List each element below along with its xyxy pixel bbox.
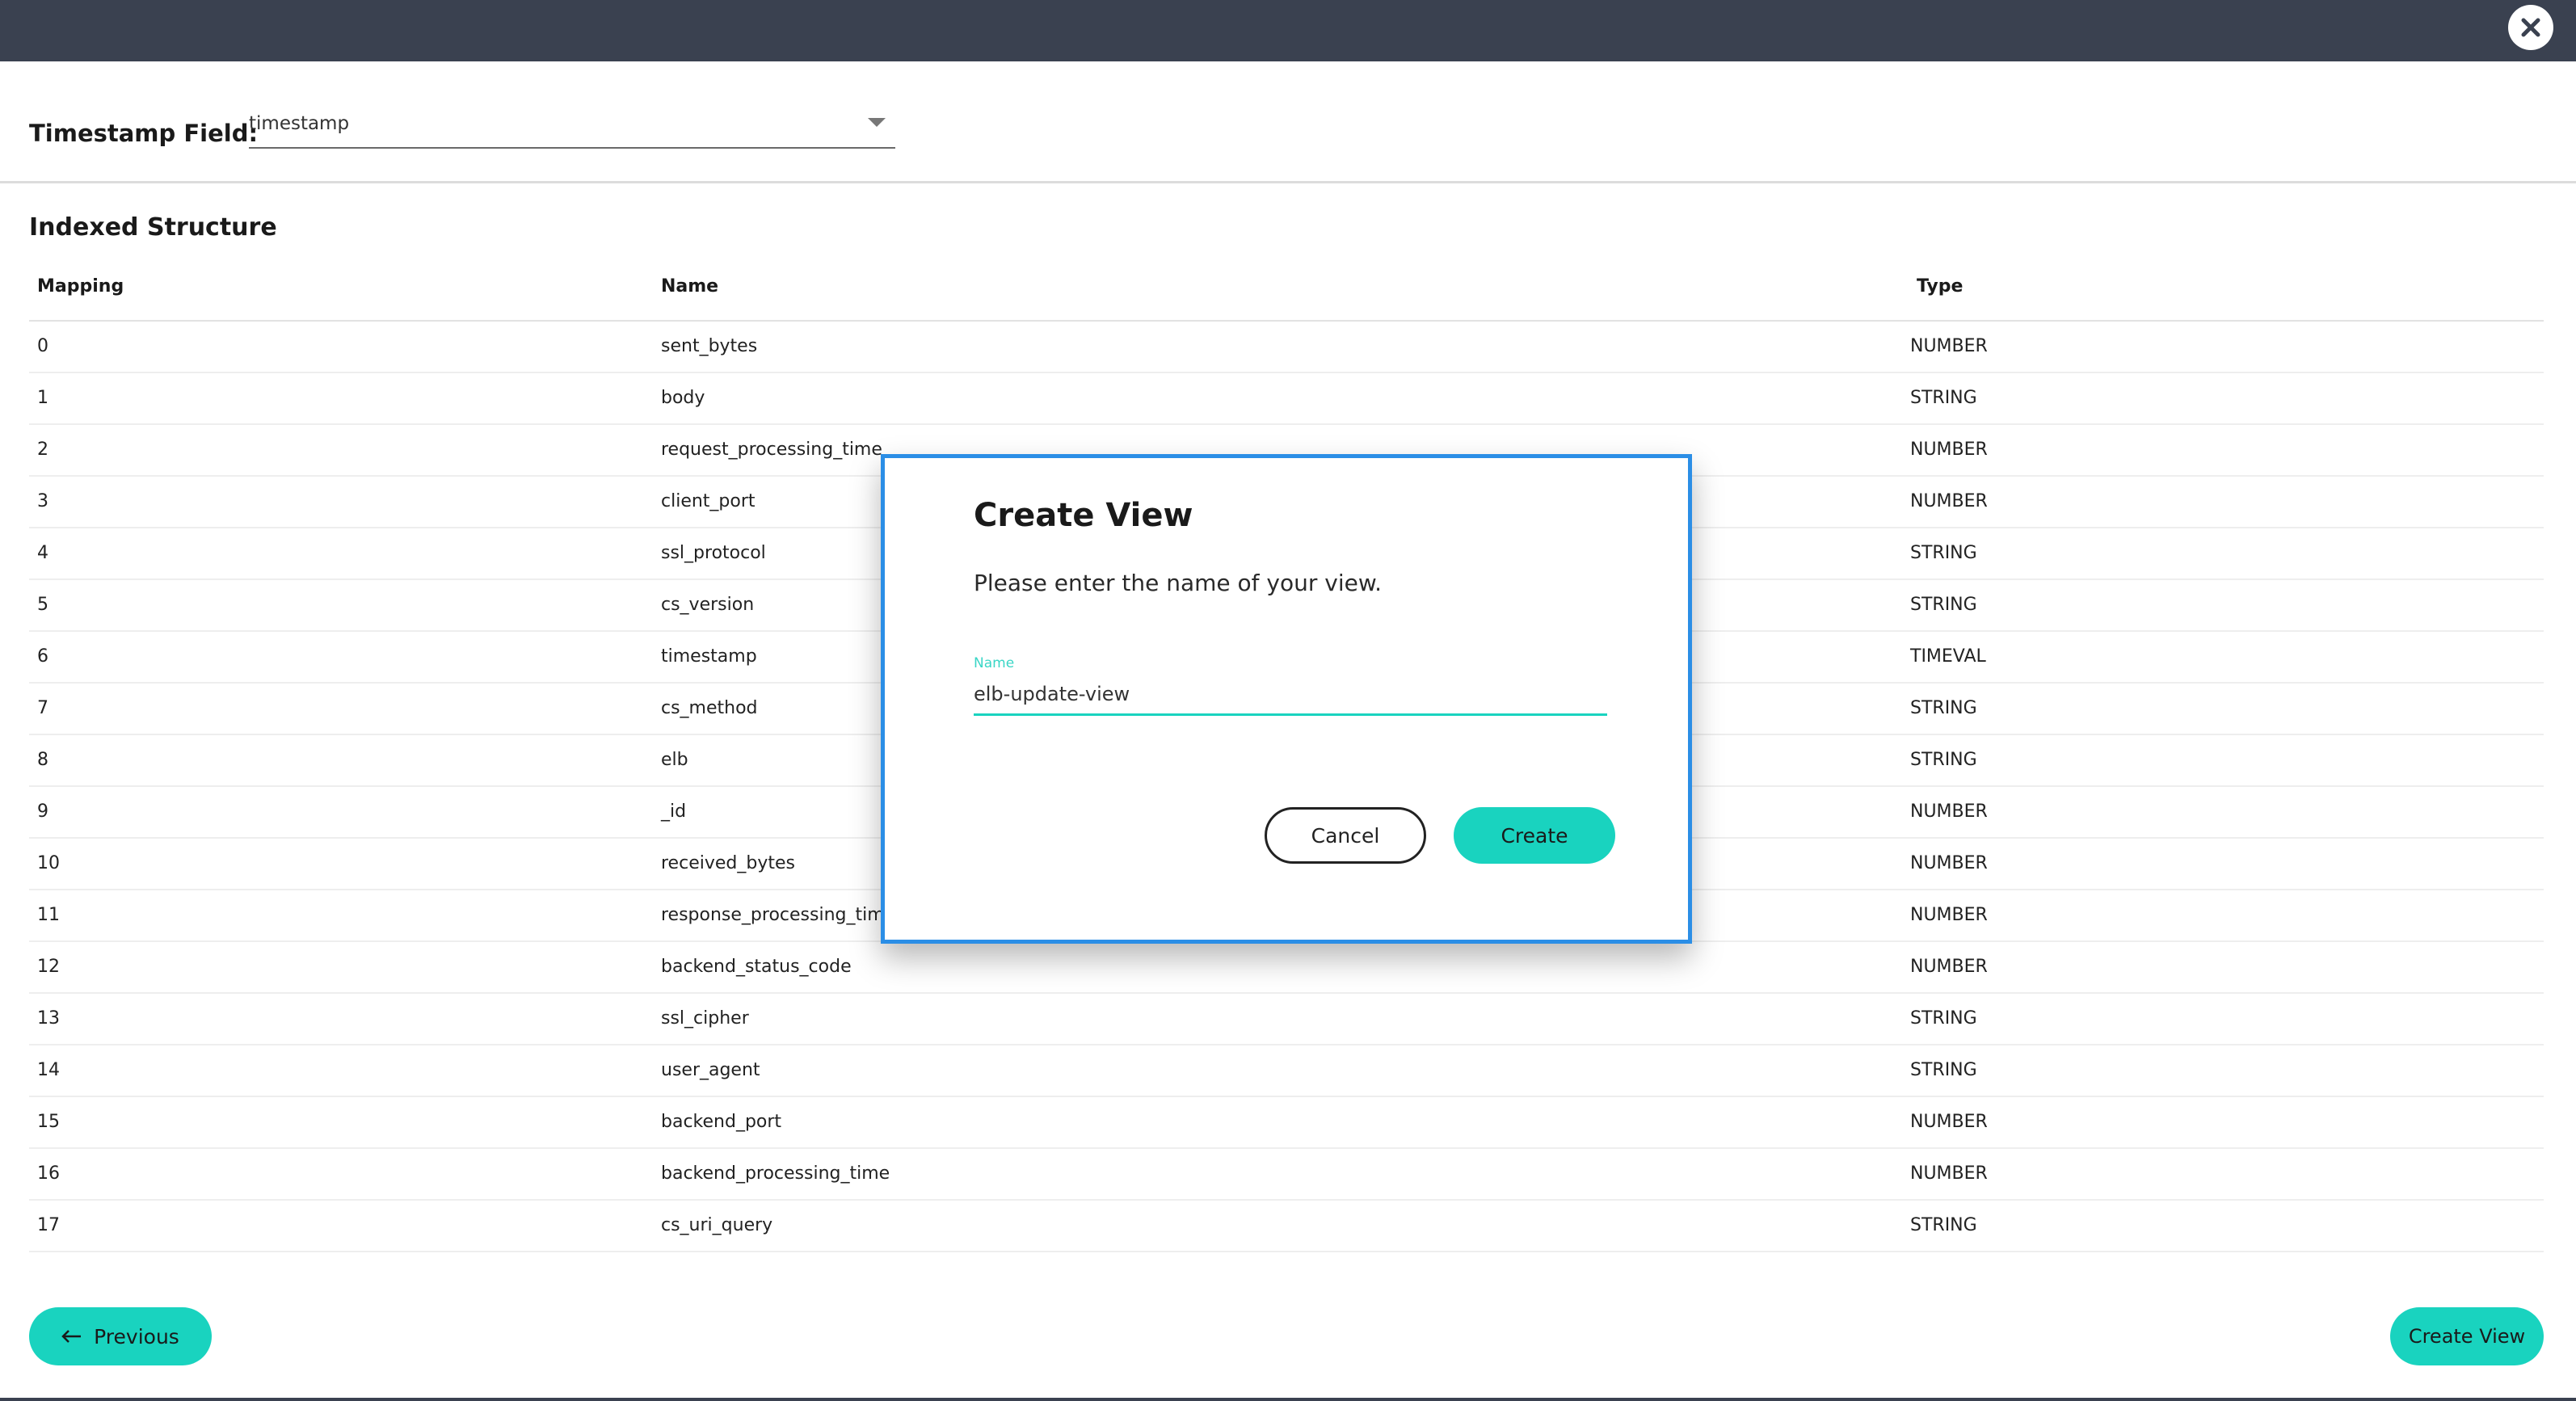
name-cell: sent_bytes [661,336,758,356]
name-cell: request_processing_time [661,440,882,460]
close-icon [2521,18,2540,37]
timestamp-field-section: Timestamp Field: timestamp [0,61,2576,183]
mapping-cell: 15 [37,1112,60,1132]
name-cell: timestamp [661,646,757,667]
type-cell: STRING [1910,1215,1977,1235]
top-bar [0,0,2576,61]
close-button[interactable] [2508,5,2553,50]
mapping-cell: 11 [37,905,60,925]
name-cell: client_port [661,491,756,511]
mapping-cell: 0 [37,336,48,356]
previous-button[interactable]: Previous [29,1307,212,1365]
name-cell: cs_method [661,698,758,718]
table-row: 13 ssl_cipher STRING [29,994,2544,1045]
type-cell: STRING [1910,595,1977,615]
type-cell: STRING [1910,543,1977,563]
name-cell: cs_version [661,595,755,615]
column-header-mapping: Mapping [37,276,124,297]
mapping-cell: 14 [37,1060,60,1080]
mapping-cell: 9 [37,801,48,822]
type-cell: NUMBER [1910,491,1988,511]
table-header: Mapping Name Type [29,267,2544,322]
name-cell: backend_processing_time [661,1163,890,1184]
create-button[interactable]: Create [1454,807,1615,864]
name-cell: elb [661,750,688,770]
arrow-left-icon [61,1330,82,1343]
type-cell: NUMBER [1910,440,1988,460]
table-row: 12 backend_status_code NUMBER [29,942,2544,994]
type-cell: STRING [1910,750,1977,770]
bottom-border [0,1398,2576,1401]
name-cell: backend_status_code [661,957,852,977]
cancel-button[interactable]: Cancel [1265,807,1426,864]
type-cell: NUMBER [1910,336,1988,356]
timestamp-field-value: timestamp [249,113,350,134]
table-row: 16 backend_processing_time NUMBER [29,1149,2544,1201]
previous-button-label: Previous [94,1324,179,1348]
type-cell: STRING [1910,1060,1977,1080]
name-input[interactable] [974,675,1607,716]
mapping-cell: 4 [37,543,48,563]
table-row: 15 backend_port NUMBER [29,1097,2544,1149]
mapping-cell: 8 [37,750,48,770]
table-row: 14 user_agent STRING [29,1045,2544,1097]
dialog-title: Create View [974,497,1193,534]
name-cell: received_bytes [661,853,795,873]
caret-down-icon [868,118,886,127]
name-cell: body [661,388,705,408]
type-cell: TIMEVAL [1910,646,1986,667]
type-cell: NUMBER [1910,801,1988,822]
name-field-label: Name [974,655,1015,671]
type-cell: STRING [1910,698,1977,718]
mapping-cell: 17 [37,1215,60,1235]
type-cell: NUMBER [1910,1163,1988,1184]
create-view-dialog: Create View Please enter the name of you… [881,454,1692,944]
create-view-button[interactable]: Create View [2390,1307,2544,1365]
name-cell: response_processing_time [661,905,896,925]
name-cell: cs_uri_query [661,1215,773,1235]
mapping-cell: 6 [37,646,48,667]
name-cell: _id [661,801,687,822]
table-row: 17 cs_uri_query STRING [29,1201,2544,1252]
section-title: Indexed Structure [29,213,277,242]
mapping-cell: 7 [37,698,48,718]
mapping-cell: 2 [37,440,48,460]
dialog-message: Please enter the name of your view. [974,570,1383,596]
mapping-cell: 10 [37,853,60,873]
mapping-cell: 3 [37,491,48,511]
mapping-cell: 13 [37,1008,60,1029]
table-row: 0 sent_bytes NUMBER [29,322,2544,373]
mapping-cell: 1 [37,388,48,408]
name-cell: backend_port [661,1112,782,1132]
name-cell: ssl_cipher [661,1008,749,1029]
timestamp-field-select[interactable]: timestamp [249,107,895,149]
type-cell: NUMBER [1910,1112,1988,1132]
type-cell: NUMBER [1910,905,1988,925]
column-header-type: Type [1917,276,1964,297]
type-cell: STRING [1910,388,1977,408]
mapping-cell: 16 [37,1163,60,1184]
type-cell: NUMBER [1910,957,1988,977]
column-header-name: Name [661,276,719,297]
mapping-cell: 12 [37,957,60,977]
name-cell: ssl_protocol [661,543,766,563]
table-row: 1 body STRING [29,373,2544,425]
timestamp-field-label: Timestamp Field: [29,120,259,147]
name-cell: user_agent [661,1060,760,1080]
type-cell: STRING [1910,1008,1977,1029]
type-cell: NUMBER [1910,853,1988,873]
mapping-cell: 5 [37,595,48,615]
